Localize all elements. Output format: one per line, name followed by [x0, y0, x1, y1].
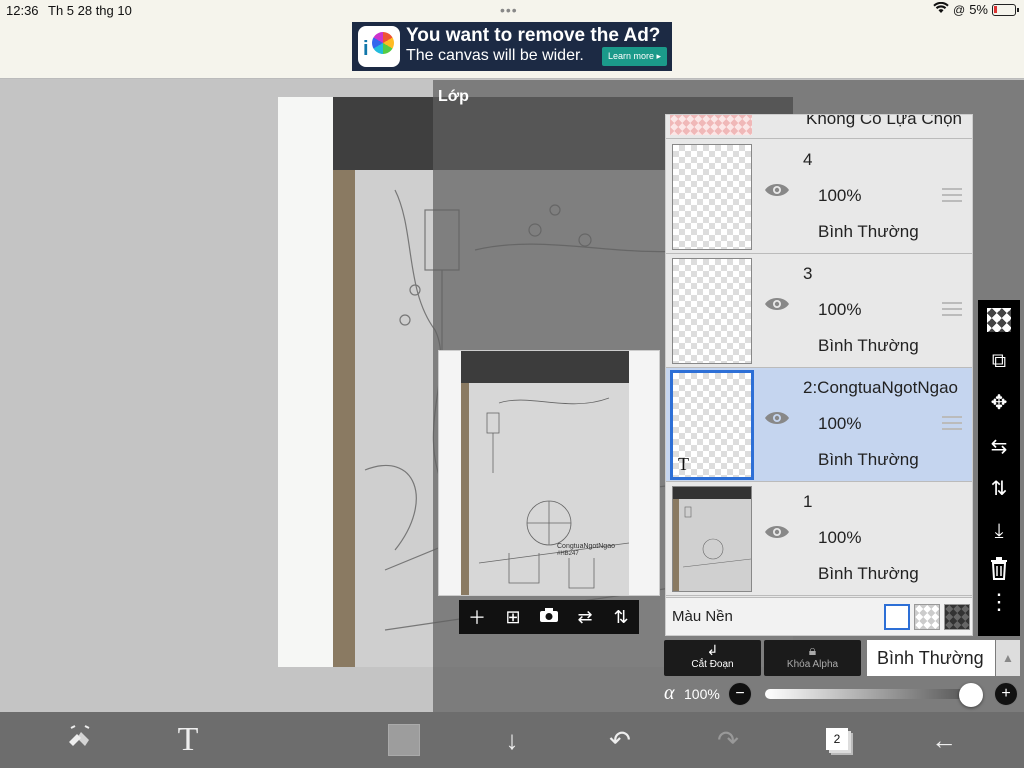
selection-layer-label: Không Có Lựa Chọn [806, 114, 962, 128]
layer-row-3[interactable]: 3 100% Bình Thường [666, 254, 972, 368]
drag-handle-icon[interactable] [942, 416, 962, 434]
layer-opacity: 100% [818, 414, 862, 433]
alpha-lock-button[interactable]: 🔒︎ Khóa Alpha [764, 640, 861, 676]
lock-icon: 🔒︎ [808, 642, 817, 658]
blend-mode-arrow-icon[interactable]: ▲ [996, 640, 1020, 676]
move-icon[interactable]: ✥ [984, 388, 1014, 418]
brush-eraser-toggle-icon[interactable] [62, 722, 98, 758]
preview-toolbar: ＋ ⊞ ⇄ ⇅ [459, 600, 639, 634]
status-bar: 12:36 Th 5 28 thg 10 ••• @ 5% [0, 0, 1024, 22]
transparency-icon[interactable] [987, 308, 1011, 332]
layer-blend-mode: Bình Thường [818, 450, 919, 469]
status-time: 12:36 [6, 3, 39, 18]
text-layer-icon: T [678, 454, 689, 474]
layer-opacity: 100% [818, 300, 862, 319]
location-icon: @ [953, 2, 966, 17]
background-white-swatch[interactable] [884, 604, 910, 630]
background-transparent-swatch[interactable] [914, 604, 940, 630]
opacity-decrease-button[interactable]: − [728, 682, 752, 706]
layer-list[interactable]: Không Có Lựa Chọn 4 100% Bình Thường 3 1… [665, 114, 973, 636]
background-dark-swatch[interactable] [944, 604, 970, 630]
down-arrow-icon[interactable]: ↓ [494, 722, 530, 758]
ibispaint-logo-icon: i [358, 26, 400, 67]
layer-row-4[interactable]: 4 100% Bình Thường [666, 140, 972, 254]
opacity-slider[interactable] [765, 689, 970, 699]
ad-area: i You want to remove the Ad? The canvas … [0, 22, 1024, 79]
clip-arrow-icon: ↲ [706, 642, 719, 658]
layer-name: 2:CongtuaNgotNgao [803, 378, 959, 397]
layer-row-2[interactable]: T 2:CongtuaNgotNgao 100% Bình Thường [666, 368, 972, 482]
opacity-increase-button[interactable]: + [994, 682, 1018, 706]
layer-blend-mode: Bình Thường [818, 222, 919, 241]
merge-down-icon[interactable]: ⤓ [984, 516, 1014, 546]
camera-icon[interactable] [537, 607, 561, 628]
flip-horizontal-icon[interactable]: ⇄ [573, 607, 597, 628]
undo-icon[interactable]: ↶ [602, 722, 638, 758]
wifi-icon [933, 1, 949, 17]
ad-learn-more-button[interactable]: Learn more ▸ [602, 47, 668, 66]
layer-thumbnail: T [670, 370, 754, 480]
layer-name: 1 [803, 492, 813, 511]
eye-icon[interactable] [764, 524, 790, 540]
color-swatch[interactable] [388, 724, 420, 756]
preview-image [461, 383, 630, 595]
status-date: Th 5 28 thg 10 [48, 3, 132, 18]
background-color-row: Màu Nền [666, 597, 972, 635]
ad-subline: The canvas will be wider. [406, 47, 584, 64]
add-layer-icon[interactable]: ＋ [465, 604, 489, 630]
layer-thumbnail [672, 144, 752, 250]
clipping-button[interactable]: ↲ Cắt Đoạn [664, 640, 761, 676]
layer-blend-mode: Bình Thường [818, 564, 919, 583]
layer-name: 4 [803, 150, 813, 169]
clipping-label: Cắt Đoạn [691, 659, 734, 670]
layer-row-1[interactable]: 1 100% Bình Thường [666, 482, 972, 596]
eye-icon[interactable] [764, 296, 790, 312]
alpha-symbol: α [664, 682, 675, 704]
redo-icon[interactable]: ↷ [710, 722, 746, 758]
eye-icon[interactable] [764, 182, 790, 198]
layer-opacity: 100% [818, 528, 862, 547]
battery-percent: 5% [969, 2, 988, 17]
ad-banner[interactable]: i You want to remove the Ad? The canvas … [352, 22, 672, 71]
preview-watermark-tag: #HB247 [557, 551, 579, 557]
multitask-dots-icon[interactable]: ••• [500, 2, 518, 18]
flip-rotate-vertical-icon[interactable]: ⇅ [984, 474, 1014, 504]
battery-icon [992, 3, 1019, 16]
layer-thumbnail [672, 486, 752, 592]
eye-icon[interactable] [764, 410, 790, 426]
layer-name: 3 [803, 264, 813, 283]
layer-panel-title: Lớp [438, 88, 469, 105]
canvas-preview[interactable]: CongtuaNgotNgao #HB247 [438, 350, 660, 596]
selection-layer-thumbnail [670, 115, 752, 135]
layer-opacity: 100% [818, 186, 862, 205]
drag-handle-icon[interactable] [942, 188, 962, 206]
text-tool-icon[interactable]: T [170, 722, 206, 758]
layer-convert-icon[interactable]: ⧉ [984, 346, 1014, 376]
trash-icon[interactable] [984, 556, 1014, 586]
status-right: @ 5% [933, 1, 1019, 17]
drag-handle-icon[interactable] [942, 302, 962, 320]
opacity-slider-knob[interactable] [959, 683, 983, 707]
selection-layer-row[interactable]: Không Có Lựa Chọn [666, 115, 972, 139]
bottom-toolbar: T ↓ ↶ ↷ 2 ← [0, 712, 1024, 768]
layer-blend-mode: Bình Thường [818, 336, 919, 355]
background-color-label: Màu Nền [672, 608, 733, 625]
ad-headline: You want to remove the Ad? [406, 25, 661, 46]
flip-rotate-horizontal-icon[interactable]: ⇆ [984, 432, 1014, 462]
layer-count: 2 [826, 728, 848, 750]
alpha-lock-label: Khóa Alpha [786, 659, 839, 670]
add-image-layer-icon[interactable]: ⊞ [501, 607, 525, 628]
back-arrow-icon[interactable]: ← [926, 722, 962, 758]
more-vertical-icon[interactable]: ⋮ [984, 591, 1014, 626]
flip-vertical-icon[interactable]: ⇅ [609, 607, 633, 628]
blend-mode-select[interactable]: Bình Thường [867, 640, 995, 676]
layer-thumbnail [672, 258, 752, 364]
preview-watermark: CongtuaNgotNgao [557, 543, 615, 550]
opacity-value: 100% [684, 686, 720, 702]
layer-tool-strip: ⧉ ✥ ⇆ ⇅ ⤓ ⋮ [978, 300, 1020, 636]
layers-button[interactable]: 2 [820, 722, 856, 758]
